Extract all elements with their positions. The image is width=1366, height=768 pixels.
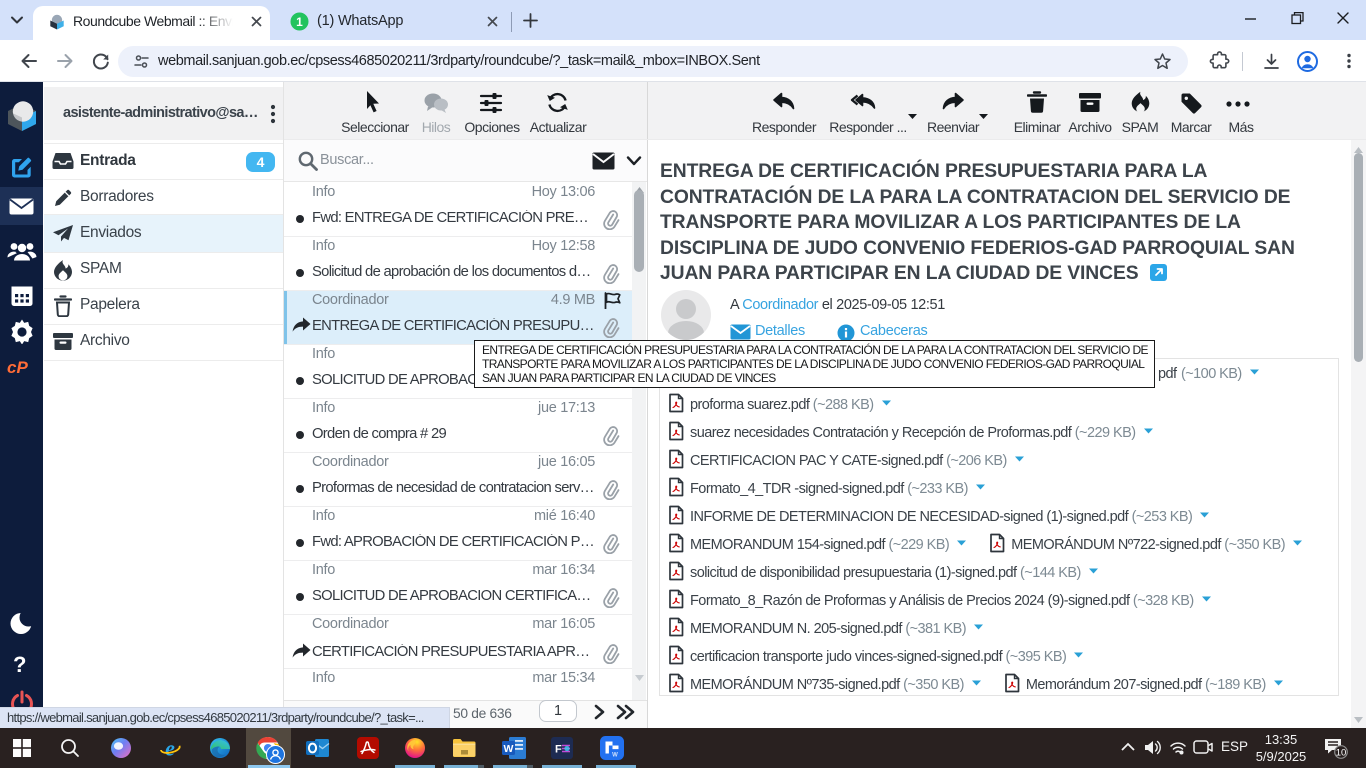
svg-text:10: 10 bbox=[1336, 748, 1347, 759]
svg-text:W: W bbox=[504, 743, 514, 755]
svg-text:1: 1 bbox=[296, 15, 303, 29]
svg-text:e: e bbox=[165, 737, 175, 759]
svg-text:F: F bbox=[555, 744, 562, 756]
svg-text:W: W bbox=[612, 753, 618, 759]
